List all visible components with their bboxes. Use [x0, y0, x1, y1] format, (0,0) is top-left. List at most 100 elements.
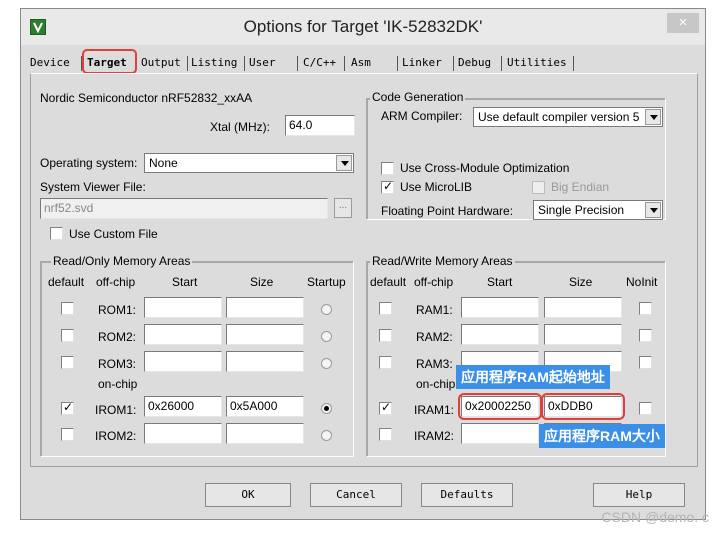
xtal-input[interactable]: 64.0	[285, 115, 355, 136]
os-select[interactable]: None	[144, 153, 354, 173]
rom2-label: ROM2:	[98, 330, 137, 344]
irom2-startup-radio[interactable]	[321, 430, 332, 441]
rom1-startup-radio[interactable]	[321, 304, 332, 315]
tab-separator	[501, 56, 502, 71]
target-tab-highlight	[82, 49, 137, 74]
ram-start-highlight	[458, 393, 542, 420]
tab-utilities[interactable]: Utilities	[507, 53, 567, 73]
tab-cpp[interactable]: C/C++	[303, 53, 336, 73]
fpu-select-value: Single Precision	[538, 203, 625, 217]
cross-module-label: Use Cross-Module Optimization	[400, 161, 570, 175]
irom1-start-input[interactable]: 0x26000	[144, 396, 222, 417]
xtal-label: Xtal (MHz):	[210, 120, 270, 134]
tab-listing[interactable]: Listing	[191, 53, 237, 73]
ram1-size-input[interactable]	[544, 297, 622, 318]
rw-onchip-label: on-chip	[416, 377, 456, 391]
ram1-start-input[interactable]	[461, 297, 539, 318]
irom1-label: IROM1:	[95, 403, 137, 417]
iram1-noinit-checkbox[interactable]	[639, 402, 652, 415]
rw-header-default: default	[370, 275, 407, 289]
iram1-label: IRAM1:	[414, 403, 455, 417]
microlib-checkbox[interactable]	[381, 179, 394, 194]
rom2-startup-radio[interactable]	[321, 331, 332, 342]
options-dialog: Options for Target 'IK-52832DK' × Device…	[20, 8, 706, 520]
tab-linker[interactable]: Linker	[402, 53, 442, 73]
iram2-start-input[interactable]	[461, 423, 539, 444]
tab-device[interactable]: Device	[30, 53, 70, 73]
use-custom-file-checkbox[interactable]	[50, 227, 63, 240]
ro-memory-label: Read/Only Memory Areas	[51, 254, 193, 268]
ro-header-offchip: off-chip	[96, 275, 136, 289]
cross-module-checkbox[interactable]	[381, 162, 394, 175]
window-title: Options for Target 'IK-52832DK'	[243, 17, 483, 36]
chevron-down-icon[interactable]	[336, 155, 352, 171]
ram2-default-checkbox[interactable]	[379, 329, 392, 342]
ram3-noinit-checkbox[interactable]	[639, 356, 652, 369]
fpu-select[interactable]: Single Precision	[533, 200, 663, 220]
chevron-down-icon[interactable]	[645, 202, 661, 218]
compiler-label: ARM Compiler:	[381, 109, 463, 123]
ro-header-size: Size	[250, 275, 274, 289]
svf-browse-button[interactable]: ...	[334, 198, 352, 218]
tab-strip: Device Target Output Listing User C/C++ …	[29, 49, 699, 74]
tab-separator	[187, 56, 188, 71]
iram2-default-checkbox[interactable]	[379, 428, 392, 441]
rom3-startup-radio[interactable]	[321, 358, 332, 369]
rom3-label: ROM3:	[98, 357, 137, 371]
ro-onchip-label: on-chip	[98, 377, 138, 391]
rom1-default-checkbox[interactable]	[61, 302, 74, 315]
irom2-default-checkbox[interactable]	[61, 428, 74, 441]
device-name: Nordic Semiconductor nRF52832_xxAA	[40, 91, 253, 105]
watermark: CSDN @demo. c	[601, 509, 709, 525]
help-button[interactable]: Help	[593, 483, 685, 507]
target-panel: Nordic Semiconductor nRF52832_xxAA Xtal …	[30, 73, 698, 467]
rom3-size-input[interactable]	[226, 351, 304, 372]
iram2-label: IRAM2:	[414, 429, 455, 443]
rom2-default-checkbox[interactable]	[61, 329, 74, 342]
ram-size-highlight	[541, 393, 625, 420]
ram2-label: RAM2:	[416, 330, 453, 344]
rom3-default-checkbox[interactable]	[61, 356, 74, 369]
code-generation-label: Code Generation	[370, 90, 466, 104]
close-button[interactable]: ×	[667, 13, 699, 33]
ok-button[interactable]: OK	[205, 483, 291, 507]
rom2-start-input[interactable]	[144, 324, 222, 345]
rom3-start-input[interactable]	[144, 351, 222, 372]
irom2-size-input[interactable]	[226, 423, 304, 444]
ram3-label: RAM3:	[416, 357, 453, 371]
os-select-value: None	[149, 156, 178, 170]
ram2-start-input[interactable]	[461, 324, 539, 345]
cancel-button[interactable]: Cancel	[310, 483, 402, 507]
irom1-default-checkbox[interactable]	[61, 400, 74, 415]
irom1-startup-radio[interactable]	[321, 403, 332, 414]
ram-start-callout: 应用程序RAM起始地址	[456, 365, 610, 389]
defaults-button[interactable]: Defaults	[421, 483, 513, 507]
iram1-default-checkbox[interactable]	[379, 400, 392, 415]
rom1-start-input[interactable]	[144, 297, 222, 318]
rom1-label: ROM1:	[98, 303, 137, 317]
rw-memory-label: Read/Write Memory Areas	[370, 254, 515, 268]
tab-asm[interactable]: Asm	[351, 53, 371, 73]
svf-input[interactable]: nrf52.svd	[40, 198, 328, 219]
rom2-size-input[interactable]	[226, 324, 304, 345]
fpu-label: Floating Point Hardware:	[381, 204, 514, 218]
ram1-noinit-checkbox[interactable]	[639, 302, 652, 315]
tab-separator	[397, 56, 398, 71]
compiler-select[interactable]: Use default compiler version 5	[473, 107, 663, 127]
ram3-default-checkbox[interactable]	[379, 356, 392, 369]
tab-output[interactable]: Output	[141, 53, 181, 73]
irom2-start-input[interactable]	[144, 423, 222, 444]
tab-user[interactable]: User	[249, 53, 276, 73]
ram1-default-checkbox[interactable]	[379, 302, 392, 315]
tab-debug[interactable]: Debug	[458, 53, 491, 73]
ro-header-start: Start	[172, 275, 198, 289]
ram2-noinit-checkbox[interactable]	[639, 329, 652, 342]
tab-separator	[244, 56, 245, 71]
ram2-size-input[interactable]	[544, 324, 622, 345]
ram1-label: RAM1:	[416, 303, 453, 317]
chevron-down-icon[interactable]	[645, 109, 661, 125]
irom1-size-input[interactable]: 0x5A000	[226, 396, 304, 417]
rom1-size-input[interactable]	[226, 297, 304, 318]
svf-label: System Viewer File:	[40, 180, 146, 194]
big-endian-checkbox[interactable]	[532, 181, 545, 194]
